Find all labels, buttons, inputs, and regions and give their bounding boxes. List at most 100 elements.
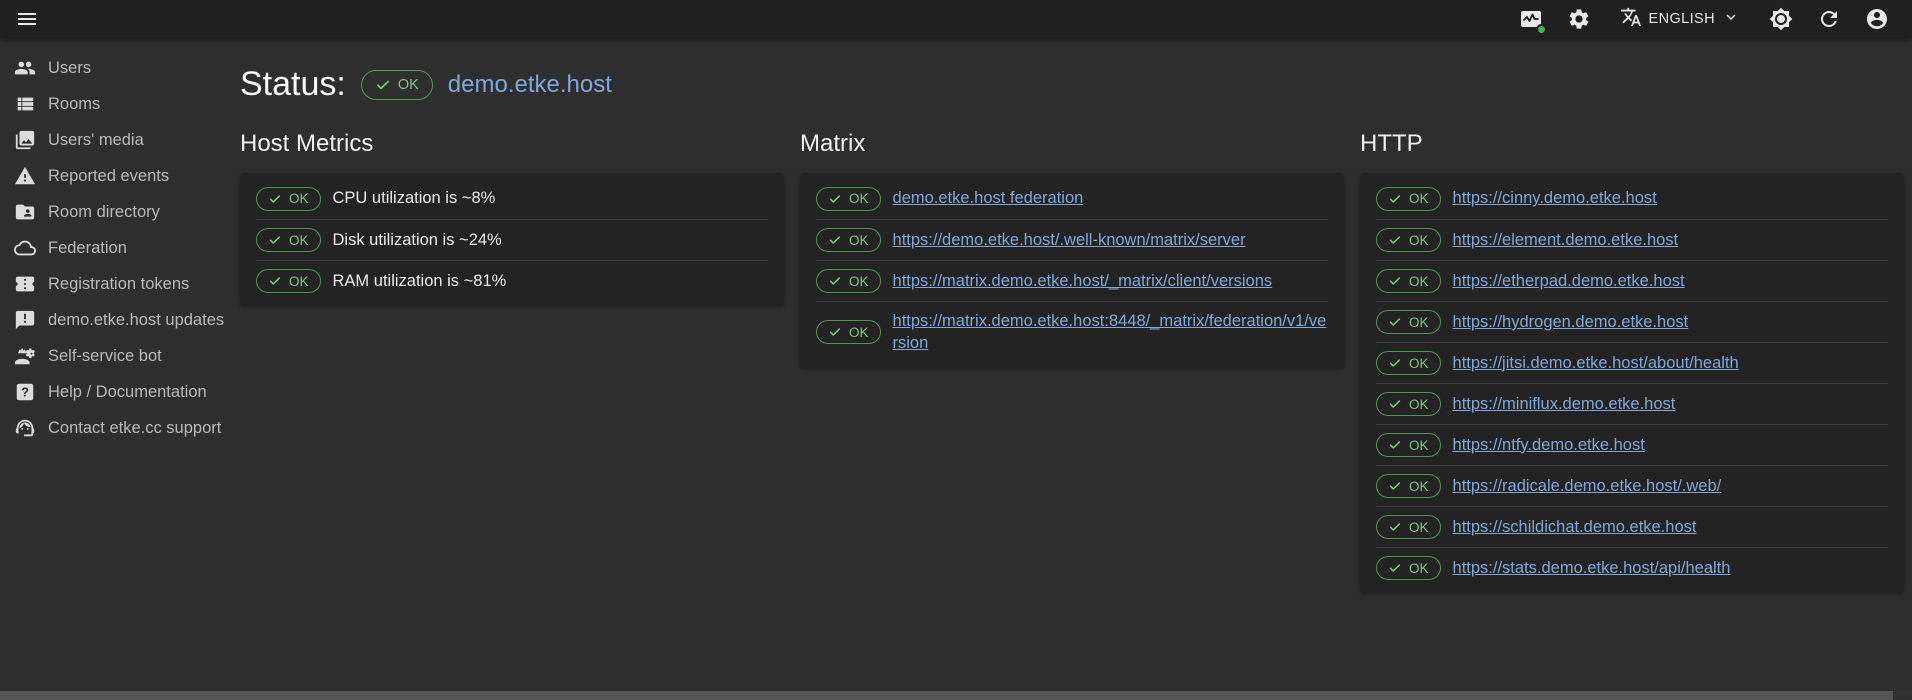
- sidebar-item-label: Users: [48, 59, 91, 78]
- ok-badge: OK: [1376, 392, 1441, 416]
- status-row-item: OK https://element.demo.etke.host: [1376, 219, 1888, 260]
- check-icon: [1388, 274, 1402, 288]
- sidebar-item[interactable]: Self-service bot: [0, 338, 240, 374]
- check-icon: [828, 325, 842, 339]
- host-link[interactable]: demo.etke.host: [448, 71, 612, 99]
- sidebar-item[interactable]: ? Help / Documentation: [0, 374, 240, 410]
- sidebar-item[interactable]: Registration tokens: [0, 266, 240, 302]
- account-menu-button[interactable]: [1864, 6, 1890, 32]
- horizontal-scrollbar[interactable]: [0, 691, 1912, 700]
- check-icon: [268, 274, 282, 288]
- appbar: ENGLISH: [0, 0, 1912, 38]
- ok-badge: OK: [816, 269, 881, 293]
- sidebar-item-label: Reported events: [48, 167, 169, 186]
- sidebar-item-label: Federation: [48, 239, 127, 258]
- check-link[interactable]: https://matrix.demo.etke.host:8448/_matr…: [893, 310, 1328, 355]
- check-link[interactable]: https://jitsi.demo.etke.host/about/healt…: [1453, 352, 1739, 374]
- check-icon: [1388, 356, 1402, 370]
- column-host-metrics: Host Metrics OK CPU utilization is ~8%: [240, 130, 784, 593]
- check-icon: [1388, 192, 1402, 206]
- ok-badge: OK: [1376, 351, 1441, 375]
- column-http: HTTP OK https://cinny.demo.etke.host: [1360, 130, 1904, 593]
- sidebar-item[interactable]: Users: [0, 50, 240, 86]
- check-icon: [375, 77, 391, 93]
- support-agent-icon: [14, 417, 36, 439]
- check-text: Disk utilization is ~24%: [333, 229, 502, 251]
- ok-badge: OK: [256, 269, 321, 293]
- check-icon: [1388, 233, 1402, 247]
- column-title: HTTP: [1360, 130, 1904, 158]
- green-status-dot: [1536, 24, 1547, 35]
- warning-icon: [14, 165, 36, 187]
- sidebar-item[interactable]: Reported events: [0, 158, 240, 194]
- check-icon: [1388, 520, 1402, 534]
- bot-engineering-icon: [14, 345, 36, 367]
- check-link[interactable]: https://etherpad.demo.etke.host: [1453, 270, 1685, 292]
- ok-badge: OK: [816, 228, 881, 252]
- status-row-item: OK RAM utilization is ~81%: [256, 260, 768, 301]
- page-title: Status:: [240, 65, 346, 104]
- registration-token-icon: [14, 273, 36, 295]
- status-heading-row: Status: OK demo.etke.host: [240, 65, 1912, 104]
- check-link[interactable]: https://schildichat.demo.etke.host: [1453, 516, 1697, 538]
- column-title: Matrix: [800, 130, 1344, 158]
- help-icon: ?: [14, 381, 36, 403]
- check-link[interactable]: https://miniflux.demo.etke.host: [1453, 393, 1676, 415]
- status-row-item: OK Disk utilization is ~24%: [256, 219, 768, 260]
- translate-icon: [1620, 6, 1642, 32]
- sidebar-item-label: demo.etke.host updates: [48, 311, 224, 330]
- column-matrix: Matrix OK demo.etke.host federation: [800, 130, 1344, 593]
- sidebar-item[interactable]: Room directory: [0, 194, 240, 230]
- room-directory-icon: [14, 201, 36, 223]
- check-link[interactable]: https://matrix.demo.etke.host/_matrix/cl…: [893, 270, 1273, 292]
- refresh-icon: [1817, 7, 1841, 31]
- settings-button[interactable]: [1566, 6, 1592, 32]
- sidebar-item-label: Users' media: [48, 131, 144, 150]
- sidebar-item[interactable]: Contact etke.cc support: [0, 410, 240, 446]
- check-link[interactable]: https://stats.demo.etke.host/api/health: [1453, 557, 1731, 579]
- check-link[interactable]: https://hydrogen.demo.etke.host: [1453, 311, 1689, 333]
- sidebar-item-label: Registration tokens: [48, 275, 189, 294]
- ok-badge: OK: [1376, 310, 1441, 334]
- status-row-item: OK https://hydrogen.demo.etke.host: [1376, 301, 1888, 342]
- status-row-item: OK https://matrix.demo.etke.host:8448/_m…: [816, 301, 1328, 363]
- status-row-item: OK https://stats.demo.etke.host/api/heal…: [1376, 547, 1888, 588]
- appbar-actions: ENGLISH: [1518, 5, 1890, 33]
- rooms-list-icon: [14, 93, 36, 115]
- sidebar-item[interactable]: demo.etke.host updates: [0, 302, 240, 338]
- sidebar: Users Rooms Users' media Reported events…: [0, 38, 240, 700]
- check-link[interactable]: https://demo.etke.host/.well-known/matri…: [893, 229, 1246, 251]
- status-row-item: OK https://etherpad.demo.etke.host: [1376, 260, 1888, 301]
- check-link[interactable]: demo.etke.host federation: [893, 187, 1084, 209]
- ok-badge: OK: [1376, 269, 1441, 293]
- check-link[interactable]: https://element.demo.etke.host: [1453, 229, 1679, 251]
- check-icon: [828, 233, 842, 247]
- ok-badge: OK: [1376, 556, 1441, 580]
- http-card: OK https://cinny.demo.etke.host OK https…: [1360, 173, 1904, 593]
- language-selector[interactable]: ENGLISH: [1614, 5, 1746, 33]
- chevron-down-icon: [1722, 8, 1740, 30]
- settings-gear-icon: [1567, 7, 1591, 31]
- check-icon: [268, 192, 282, 206]
- monitoring-status-button[interactable]: [1518, 6, 1544, 32]
- theme-toggle-button[interactable]: [1768, 6, 1794, 32]
- hamburger-menu-button[interactable]: [14, 6, 40, 32]
- ok-badge: OK: [1376, 515, 1441, 539]
- refresh-button[interactable]: [1816, 6, 1842, 32]
- check-link[interactable]: https://radicale.demo.etke.host/.web/: [1453, 475, 1722, 497]
- sidebar-item[interactable]: Federation: [0, 230, 240, 266]
- check-icon: [1388, 479, 1402, 493]
- status-row-item: OK https://miniflux.demo.etke.host: [1376, 383, 1888, 424]
- sidebar-item[interactable]: Rooms: [0, 86, 240, 122]
- ok-badge: OK: [1376, 228, 1441, 252]
- language-label: ENGLISH: [1649, 11, 1715, 27]
- status-row-item: OK https://matrix.demo.etke.host/_matrix…: [816, 260, 1328, 301]
- check-icon: [1388, 397, 1402, 411]
- check-link[interactable]: https://cinny.demo.etke.host: [1453, 187, 1657, 209]
- scrollbar-thumb[interactable]: [0, 691, 1893, 700]
- announcement-icon: [14, 309, 36, 331]
- ok-badge: OK: [256, 228, 321, 252]
- ok-badge: OK: [816, 320, 881, 344]
- check-link[interactable]: https://ntfy.demo.etke.host: [1453, 434, 1645, 456]
- sidebar-item[interactable]: Users' media: [0, 122, 240, 158]
